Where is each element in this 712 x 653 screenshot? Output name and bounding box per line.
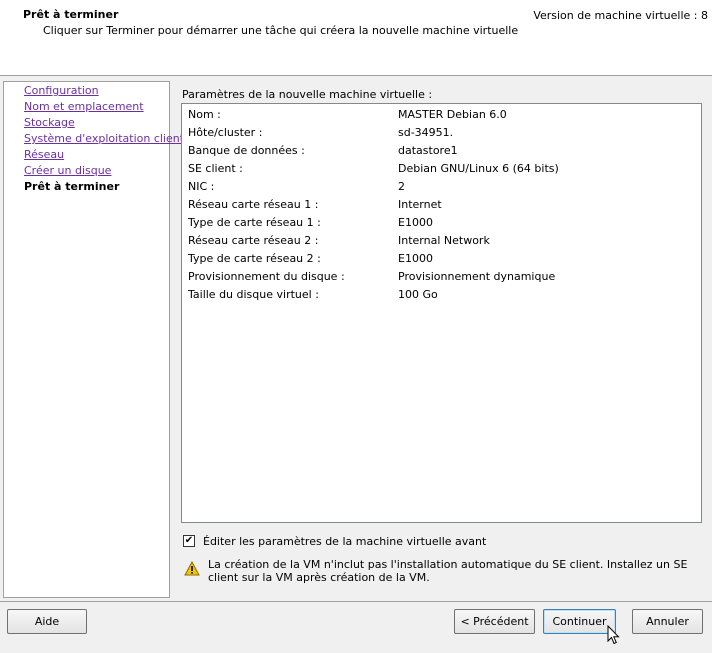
nav-step-storage[interactable]: Stockage	[24, 116, 75, 129]
param-value: Provisionnement dynamique	[398, 270, 556, 283]
param-value: MASTER Debian 6.0	[398, 108, 507, 121]
nav-step-create-disk[interactable]: Créer un disque	[24, 164, 111, 177]
param-key: NIC :	[188, 180, 215, 193]
param-key: Nom :	[188, 108, 221, 121]
param-value: E1000	[398, 216, 433, 229]
warning-icon	[184, 561, 200, 576]
page-title: Prêt à terminer	[23, 8, 119, 21]
nav-step-ready-to-complete: Prêt à terminer	[24, 180, 120, 193]
param-key: Hôte/cluster :	[188, 126, 263, 139]
edit-settings-checkbox[interactable]: ✔	[183, 535, 195, 547]
help-button[interactable]: Aide	[7, 609, 87, 634]
param-value: datastore1	[398, 144, 458, 157]
cancel-button[interactable]: Annuler	[632, 609, 703, 634]
wizard-step-nav: Configuration Nom et emplacement Stockag…	[3, 81, 184, 598]
mouse-pointer-icon	[607, 625, 620, 645]
param-key: Type de carte réseau 2 :	[188, 252, 321, 265]
param-key: SE client :	[188, 162, 243, 175]
param-value: sd-34951.	[398, 126, 454, 139]
param-value: 100 Go	[398, 288, 438, 301]
warning-text: La création de la VM n'inclut pas l'inst…	[208, 558, 688, 584]
param-key: Type de carte réseau 1 :	[188, 216, 321, 229]
edit-settings-label[interactable]: Éditer les paramètres de la machine virt…	[203, 535, 486, 548]
page-subtitle: Cliquer sur Terminer pour démarrer une t…	[43, 24, 519, 37]
param-key: Réseau carte réseau 1 :	[188, 198, 319, 211]
nav-step-network[interactable]: Réseau	[24, 148, 64, 161]
vm-version-label: Version de machine virtuelle : 8	[533, 9, 708, 22]
param-key: Réseau carte réseau 2 :	[188, 234, 319, 247]
nav-step-configuration[interactable]: Configuration	[24, 84, 99, 97]
param-value: Debian GNU/Linux 6 (64 bits)	[398, 162, 559, 175]
nav-step-guest-os[interactable]: Système d'exploitation client	[24, 132, 184, 145]
param-value: E1000	[398, 252, 433, 265]
nav-step-name-location[interactable]: Nom et emplacement	[24, 100, 144, 113]
wizard-header: Prêt à terminer Cliquer sur Terminer pou…	[0, 0, 712, 76]
param-key: Taille du disque virtuel :	[188, 288, 319, 301]
params-heading: Paramètres de la nouvelle machine virtue…	[182, 88, 433, 101]
param-value: 2	[398, 180, 405, 193]
param-key: Banque de données :	[188, 144, 305, 157]
footer-divider	[0, 601, 712, 602]
param-value: Internal Network	[398, 234, 490, 247]
back-button[interactable]: < Précédent	[454, 609, 535, 634]
param-key: Provisionnement du disque :	[188, 270, 345, 283]
main-panel: Paramètres de la nouvelle machine virtue…	[176, 81, 708, 598]
param-value: Internet	[398, 198, 442, 211]
continue-button[interactable]: Continuer	[543, 609, 616, 634]
warning-message: La création de la VM n'inclut pas l'inst…	[184, 558, 704, 592]
params-summary-box: Nom : MASTER Debian 6.0 Hôte/cluster : sd-…	[181, 103, 702, 523]
